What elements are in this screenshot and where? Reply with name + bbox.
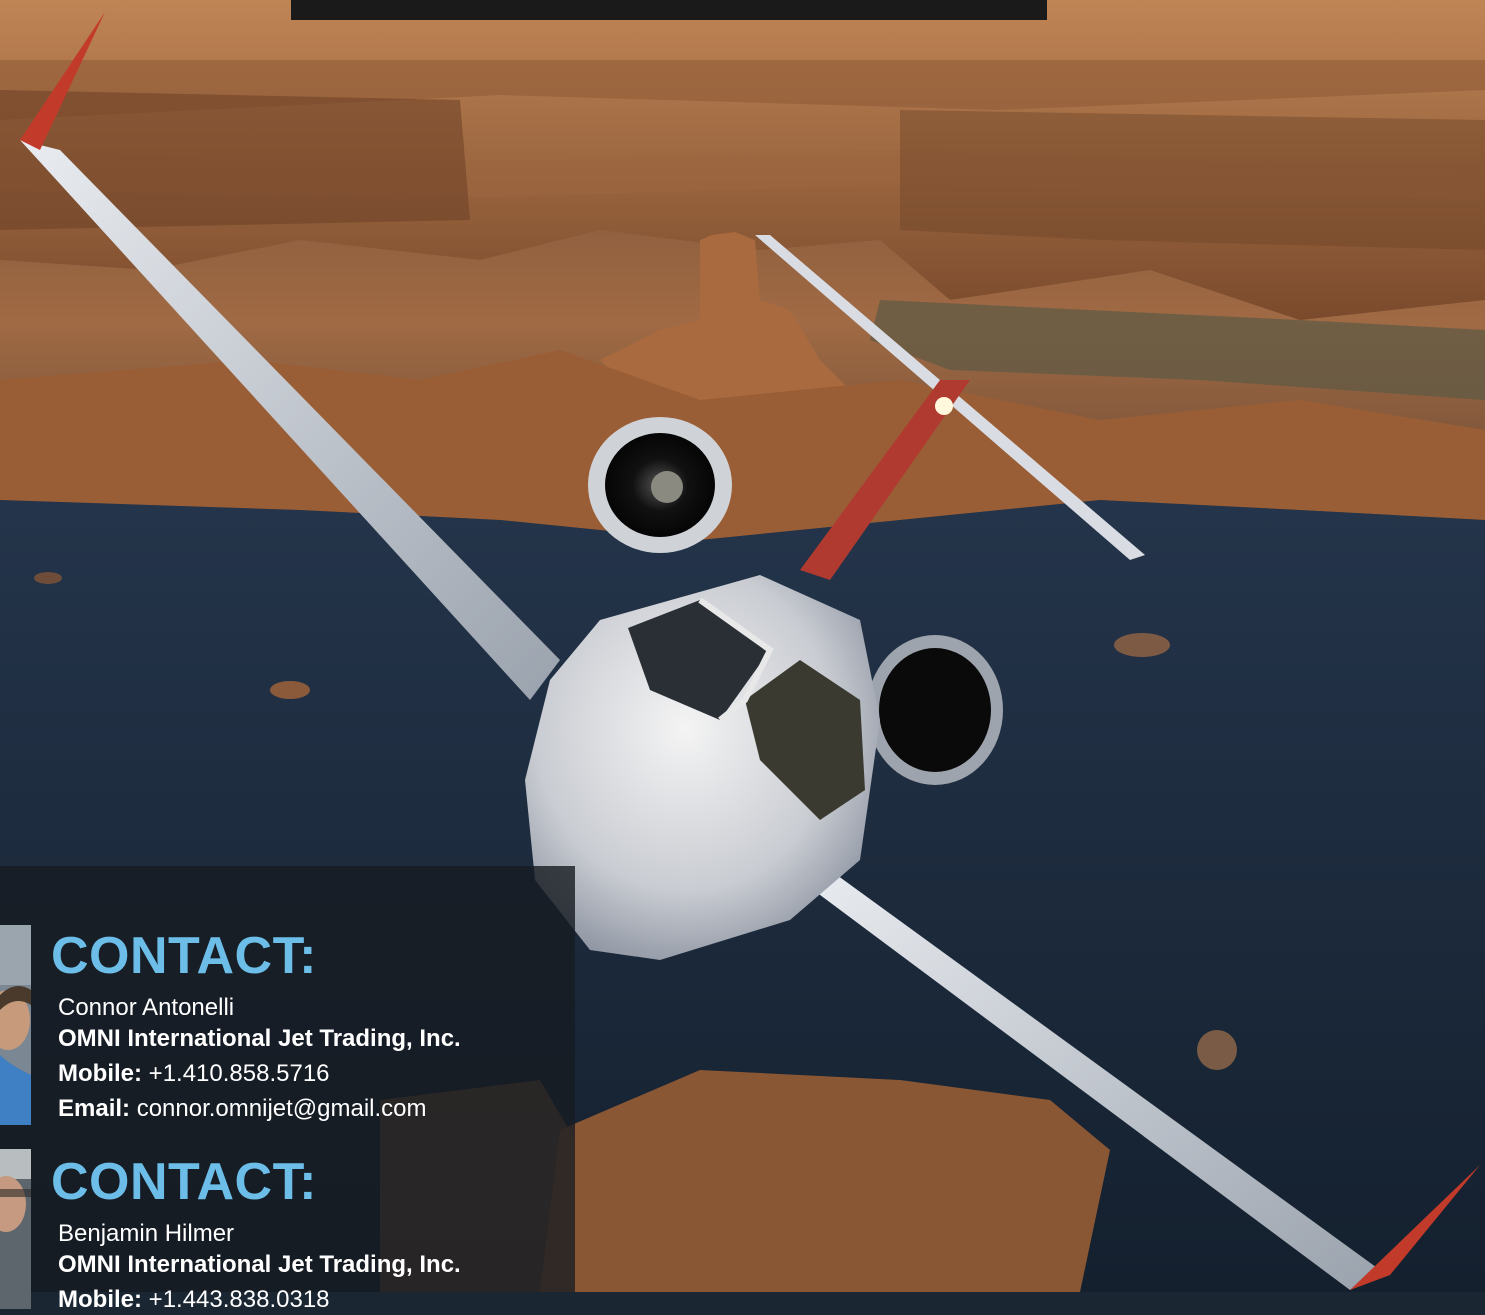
- contact-mobile: Mobile: +1.410.858.5716: [58, 1059, 330, 1089]
- mobile-label: Mobile:: [58, 1286, 142, 1313]
- contact-company: OMNI International Jet Trading, Inc.: [58, 1251, 461, 1278]
- contact-title: CONTACT:: [51, 927, 317, 985]
- contact-email: Email: connor.omnijet@gmail.com: [58, 1094, 427, 1124]
- mobile-number[interactable]: +1.443.838.0318: [149, 1286, 330, 1313]
- contact-name: Benjamin Hilmer: [58, 1220, 235, 1247]
- contact-title: CONTACT:: [51, 1153, 317, 1211]
- contact-mobile: Mobile: +1.443.838.0318: [58, 1285, 330, 1315]
- email-address[interactable]: connor.omnijet@gmail.com: [137, 1095, 427, 1122]
- contact-company: OMNI International Jet Trading, Inc.: [58, 1025, 461, 1052]
- contact-photo: [0, 1149, 31, 1309]
- email-label: Email:: [58, 1095, 131, 1122]
- top-dark-banner: [291, 0, 1047, 20]
- mobile-number[interactable]: +1.410.858.5716: [149, 1060, 330, 1087]
- mobile-label: Mobile:: [58, 1060, 142, 1087]
- contact-photo: [0, 925, 31, 1125]
- contact-name: Connor Antonelli: [58, 994, 235, 1021]
